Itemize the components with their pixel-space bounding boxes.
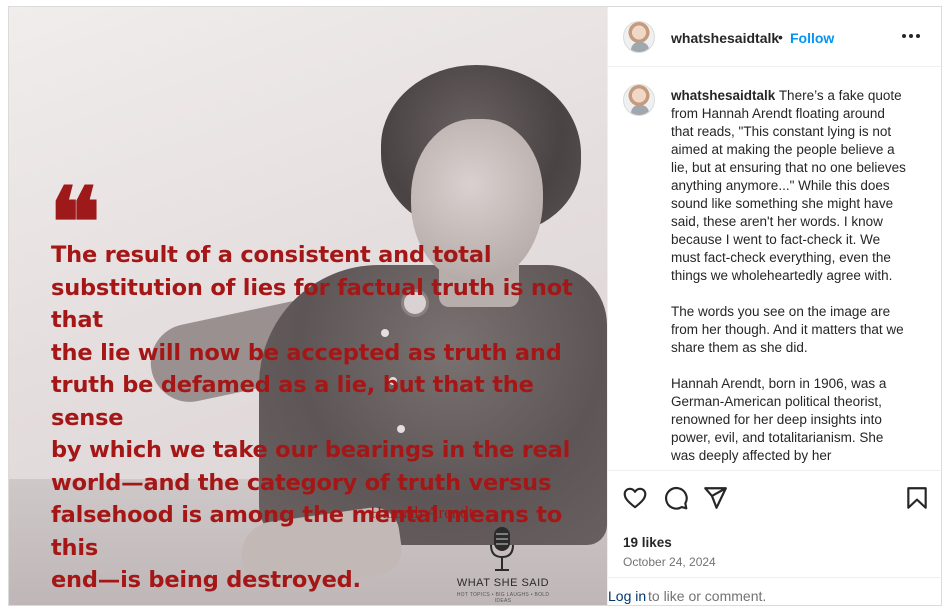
quote-line: the lie will now be accepted as truth an…	[51, 339, 562, 366]
login-prompt: Log in to like or comment.	[608, 577, 943, 606]
quote-line: world—and the category of truth versus	[51, 469, 552, 496]
quote-line: falsehood is among the mental means to t…	[51, 502, 563, 561]
post-caption: whatshesaidtalk There’s a fake quote fro…	[671, 87, 907, 470]
more-dot	[902, 34, 906, 38]
separator-dot: •	[778, 29, 783, 45]
caption-paragraph: The words you see on the image are from …	[671, 304, 904, 355]
quote-line: The result of a consistent and total	[51, 242, 492, 268]
post-actions: 19 likes October 24, 2024 Log in to like…	[608, 470, 943, 605]
caption-username[interactable]: whatshesaidtalk	[671, 88, 775, 103]
paper-plane-icon[interactable]	[702, 485, 728, 511]
post-date: October 24, 2024	[623, 555, 716, 569]
bookmark-icon[interactable]	[904, 485, 930, 511]
more-dot	[909, 34, 913, 38]
header-username[interactable]: whatshesaidtalk	[671, 30, 779, 46]
post-image[interactable]: ❝ The result of a consistent and total s…	[9, 7, 607, 605]
caption-avatar[interactable]	[623, 84, 655, 116]
quote-text: The result of a consistent and total sub…	[51, 239, 603, 597]
quote-line: by which we take our bearings in the rea…	[51, 437, 571, 463]
caption-paragraph: Hannah Arendt, born in 1906, was a Germa…	[671, 376, 887, 463]
quote-attribution: Hannah Arendt	[370, 503, 474, 522]
more-options-icon[interactable]	[896, 26, 926, 46]
login-prompt-text: to like or comment.	[648, 588, 767, 604]
brand-tagline: HOT TOPICS • BIG LAUGHS • BOLD IDEAS	[456, 592, 550, 604]
quote-line: truth be defamed as a lie, but that the …	[51, 372, 534, 431]
caption-text: There’s a fake quote from Hannah Arendt …	[671, 88, 906, 283]
login-link[interactable]: Log in	[608, 588, 646, 604]
post-header: whatshesaidtalk • Follow	[608, 7, 943, 67]
follow-button[interactable]: Follow	[790, 30, 834, 46]
post-side-panel: whatshesaidtalk • Follow whatshesaidtalk…	[607, 7, 943, 605]
caption-paragraph: whatshesaidtalk There’s a fake quote fro…	[671, 87, 907, 285]
heart-icon[interactable]	[622, 485, 648, 511]
likes-count[interactable]: 19 likes	[623, 535, 672, 550]
avatar[interactable]	[623, 21, 655, 53]
brand-name: WHAT SHE SAID	[456, 577, 550, 589]
instagram-post: ❝ The result of a consistent and total s…	[8, 6, 943, 606]
microphone-icon	[490, 527, 514, 571]
quote-line: substitution of lies for factual truth i…	[51, 274, 573, 334]
more-dot	[916, 34, 920, 38]
comment-icon[interactable]	[663, 485, 689, 511]
comments-area[interactable]: whatshesaidtalk There’s a fake quote fro…	[608, 68, 943, 470]
